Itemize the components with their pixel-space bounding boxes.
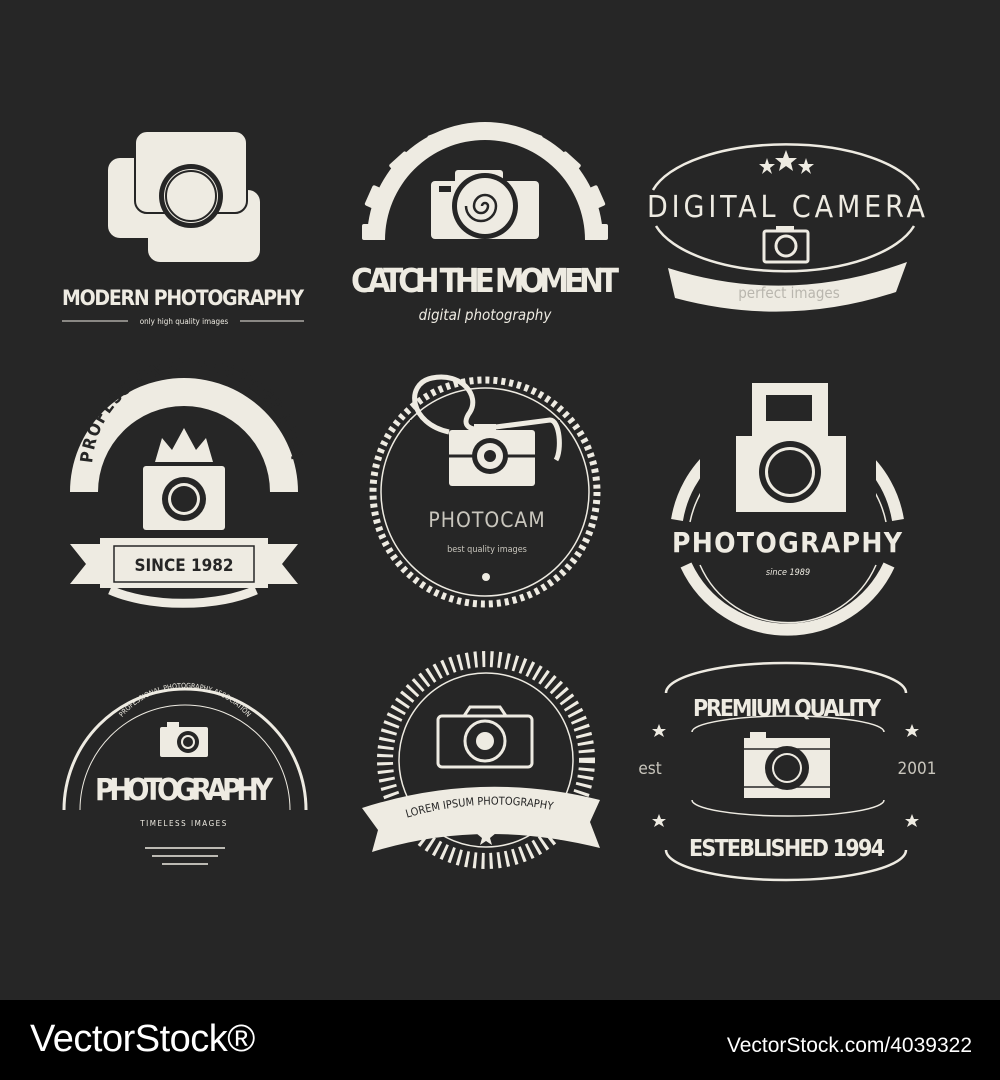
badge-modern-photography: MODERN PHOTOGRAPHY only high quality ima… [62,130,304,326]
instant-camera-icon [736,383,846,512]
badge-1-title: MODERN PHOTOGRAPHY [62,286,304,310]
camera-icon [762,226,810,264]
crown-camera-icon [143,428,225,530]
badge-professional-photography: PROFESSIONAL PHOTOGRAPHY SINCE 1982 [70,355,307,608]
badge-7-subtitle: TIMELESS IMAGES [139,819,228,828]
badge-premium-quality: PREMIUM QUALITY est 2001 ESTEBLISHED 199… [638,661,937,882]
badge-7-title: PHOTOGRAPHY [95,773,273,808]
star-icon [759,150,814,174]
badge-4-ribbon-text: SINCE 1982 [134,556,233,576]
badge-photography-1989: PHOTOGRAPHY since 1989 [671,383,904,636]
badge-9-bottom: ESTEBLISHED 1994 [689,836,885,862]
badge-photocam: PHOTOCAM best quality images [369,374,601,608]
badge-5-title: PHOTOCAM [428,508,545,532]
badge-7-arc-text: PROFESSIONAL PHOTOGRAPHY ASSOCIATION [118,682,253,719]
badge-3-subtitle: perfect images [738,284,840,302]
watermark-footer: VectorStock® VectorStock.com/4039322 [0,1000,1000,1080]
logo-sheet: MODERN PHOTOGRAPHY only high quality ima… [0,0,1000,1000]
badge-9-year: 2001 [898,759,937,779]
badge-digital-camera: DIGITAL CAMERA perfect images [647,143,926,312]
badge-1-subtitle: only high quality images [140,317,229,326]
camera-outline-icon [436,705,534,769]
badge-9-title: PREMIUM QUALITY [693,696,882,722]
badge-photography-association: PROFESSIONAL PHOTOGRAPHY ASSOCIATION PHO… [62,682,308,865]
badge-catch-the-moment: CATCH THE MOMENT digital photography [351,122,620,324]
badge-2-title: CATCH THE MOMENT [351,261,620,300]
badge-6-subtitle: since 1989 [766,568,810,578]
badge-6-title: PHOTOGRAPHY [672,526,903,559]
camera-icon [431,170,539,239]
camera-icon [744,732,830,798]
badge-2-subtitle: digital photography [419,306,553,324]
vectorstock-brand: VectorStock® [30,1018,255,1060]
badge-3-title: DIGITAL CAMERA [647,190,926,225]
badge-5-subtitle: best quality images [447,545,527,555]
badge-lorem-ipsum: LOREM IPSUM PHOTOGRAPHY [362,651,600,869]
overlapping-camera-frames-icon [108,130,260,262]
camera-icon [160,722,208,757]
vectorstock-id: VectorStock.com/4039322 [726,1034,972,1057]
badge-9-est: est [638,759,661,779]
